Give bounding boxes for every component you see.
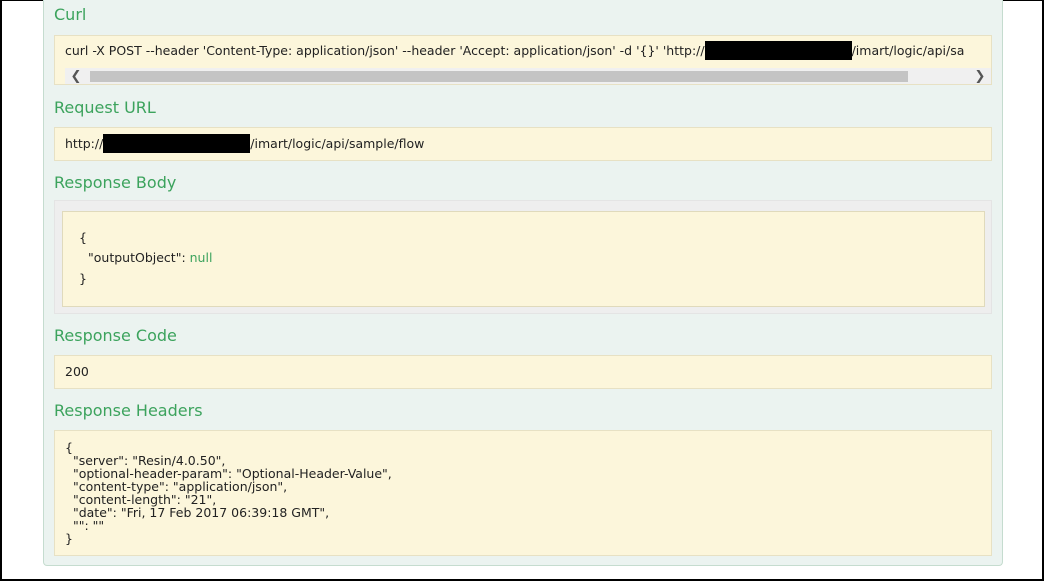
curl-command: curl -X POST --header 'Content-Type: app… bbox=[65, 40, 965, 60]
request-url-prefix: http:// bbox=[65, 136, 104, 151]
json-key: "outputObject": bbox=[88, 250, 190, 265]
curl-heading: Curl bbox=[54, 5, 87, 24]
horizontal-scrollbar[interactable]: ❮ ❯ bbox=[65, 68, 991, 84]
json-line: "outputObject": null bbox=[88, 250, 212, 266]
response-panel: Curl curl -X POST --header 'Content-Type… bbox=[43, 0, 1003, 566]
json-close-brace: } bbox=[79, 271, 87, 286]
redacted-host bbox=[704, 40, 852, 60]
response-body-box: { "outputObject": null } bbox=[62, 211, 985, 307]
response-code-value: 200 bbox=[65, 364, 89, 379]
chevron-left-icon[interactable]: ❮ bbox=[65, 68, 87, 84]
scrollbar-thumb[interactable] bbox=[90, 71, 908, 82]
curl-box: curl -X POST --header 'Content-Type: app… bbox=[54, 35, 992, 85]
response-headers-heading: Response Headers bbox=[54, 401, 203, 420]
json-value: null bbox=[189, 250, 213, 265]
request-url-heading: Request URL bbox=[54, 98, 156, 117]
response-code-heading: Response Code bbox=[54, 326, 177, 345]
redacted-host bbox=[103, 133, 251, 153]
request-url-suffix: /imart/logic/api/sample/flow bbox=[250, 136, 425, 151]
json-open-brace: { bbox=[79, 230, 87, 245]
response-headers-box: { "server": "Resin/4.0.50", "optional-he… bbox=[54, 430, 992, 556]
response-body-wrapper: { "outputObject": null } bbox=[54, 200, 992, 314]
curl-command-prefix: curl -X POST --header 'Content-Type: app… bbox=[65, 43, 705, 58]
curl-command-suffix: /imart/logic/api/sa bbox=[851, 43, 965, 58]
header-line: "date": "Fri, 17 Feb 2017 06:39:18 GMT", bbox=[65, 505, 330, 520]
response-body-heading: Response Body bbox=[54, 173, 177, 192]
header-line: } bbox=[65, 531, 73, 546]
response-code-box: 200 bbox=[54, 355, 992, 389]
request-url-text: http:// /imart/logic/api/sample/flow bbox=[65, 133, 425, 153]
request-url-box: http:// /imart/logic/api/sample/flow bbox=[54, 127, 992, 161]
chevron-right-icon[interactable]: ❯ bbox=[969, 68, 991, 84]
